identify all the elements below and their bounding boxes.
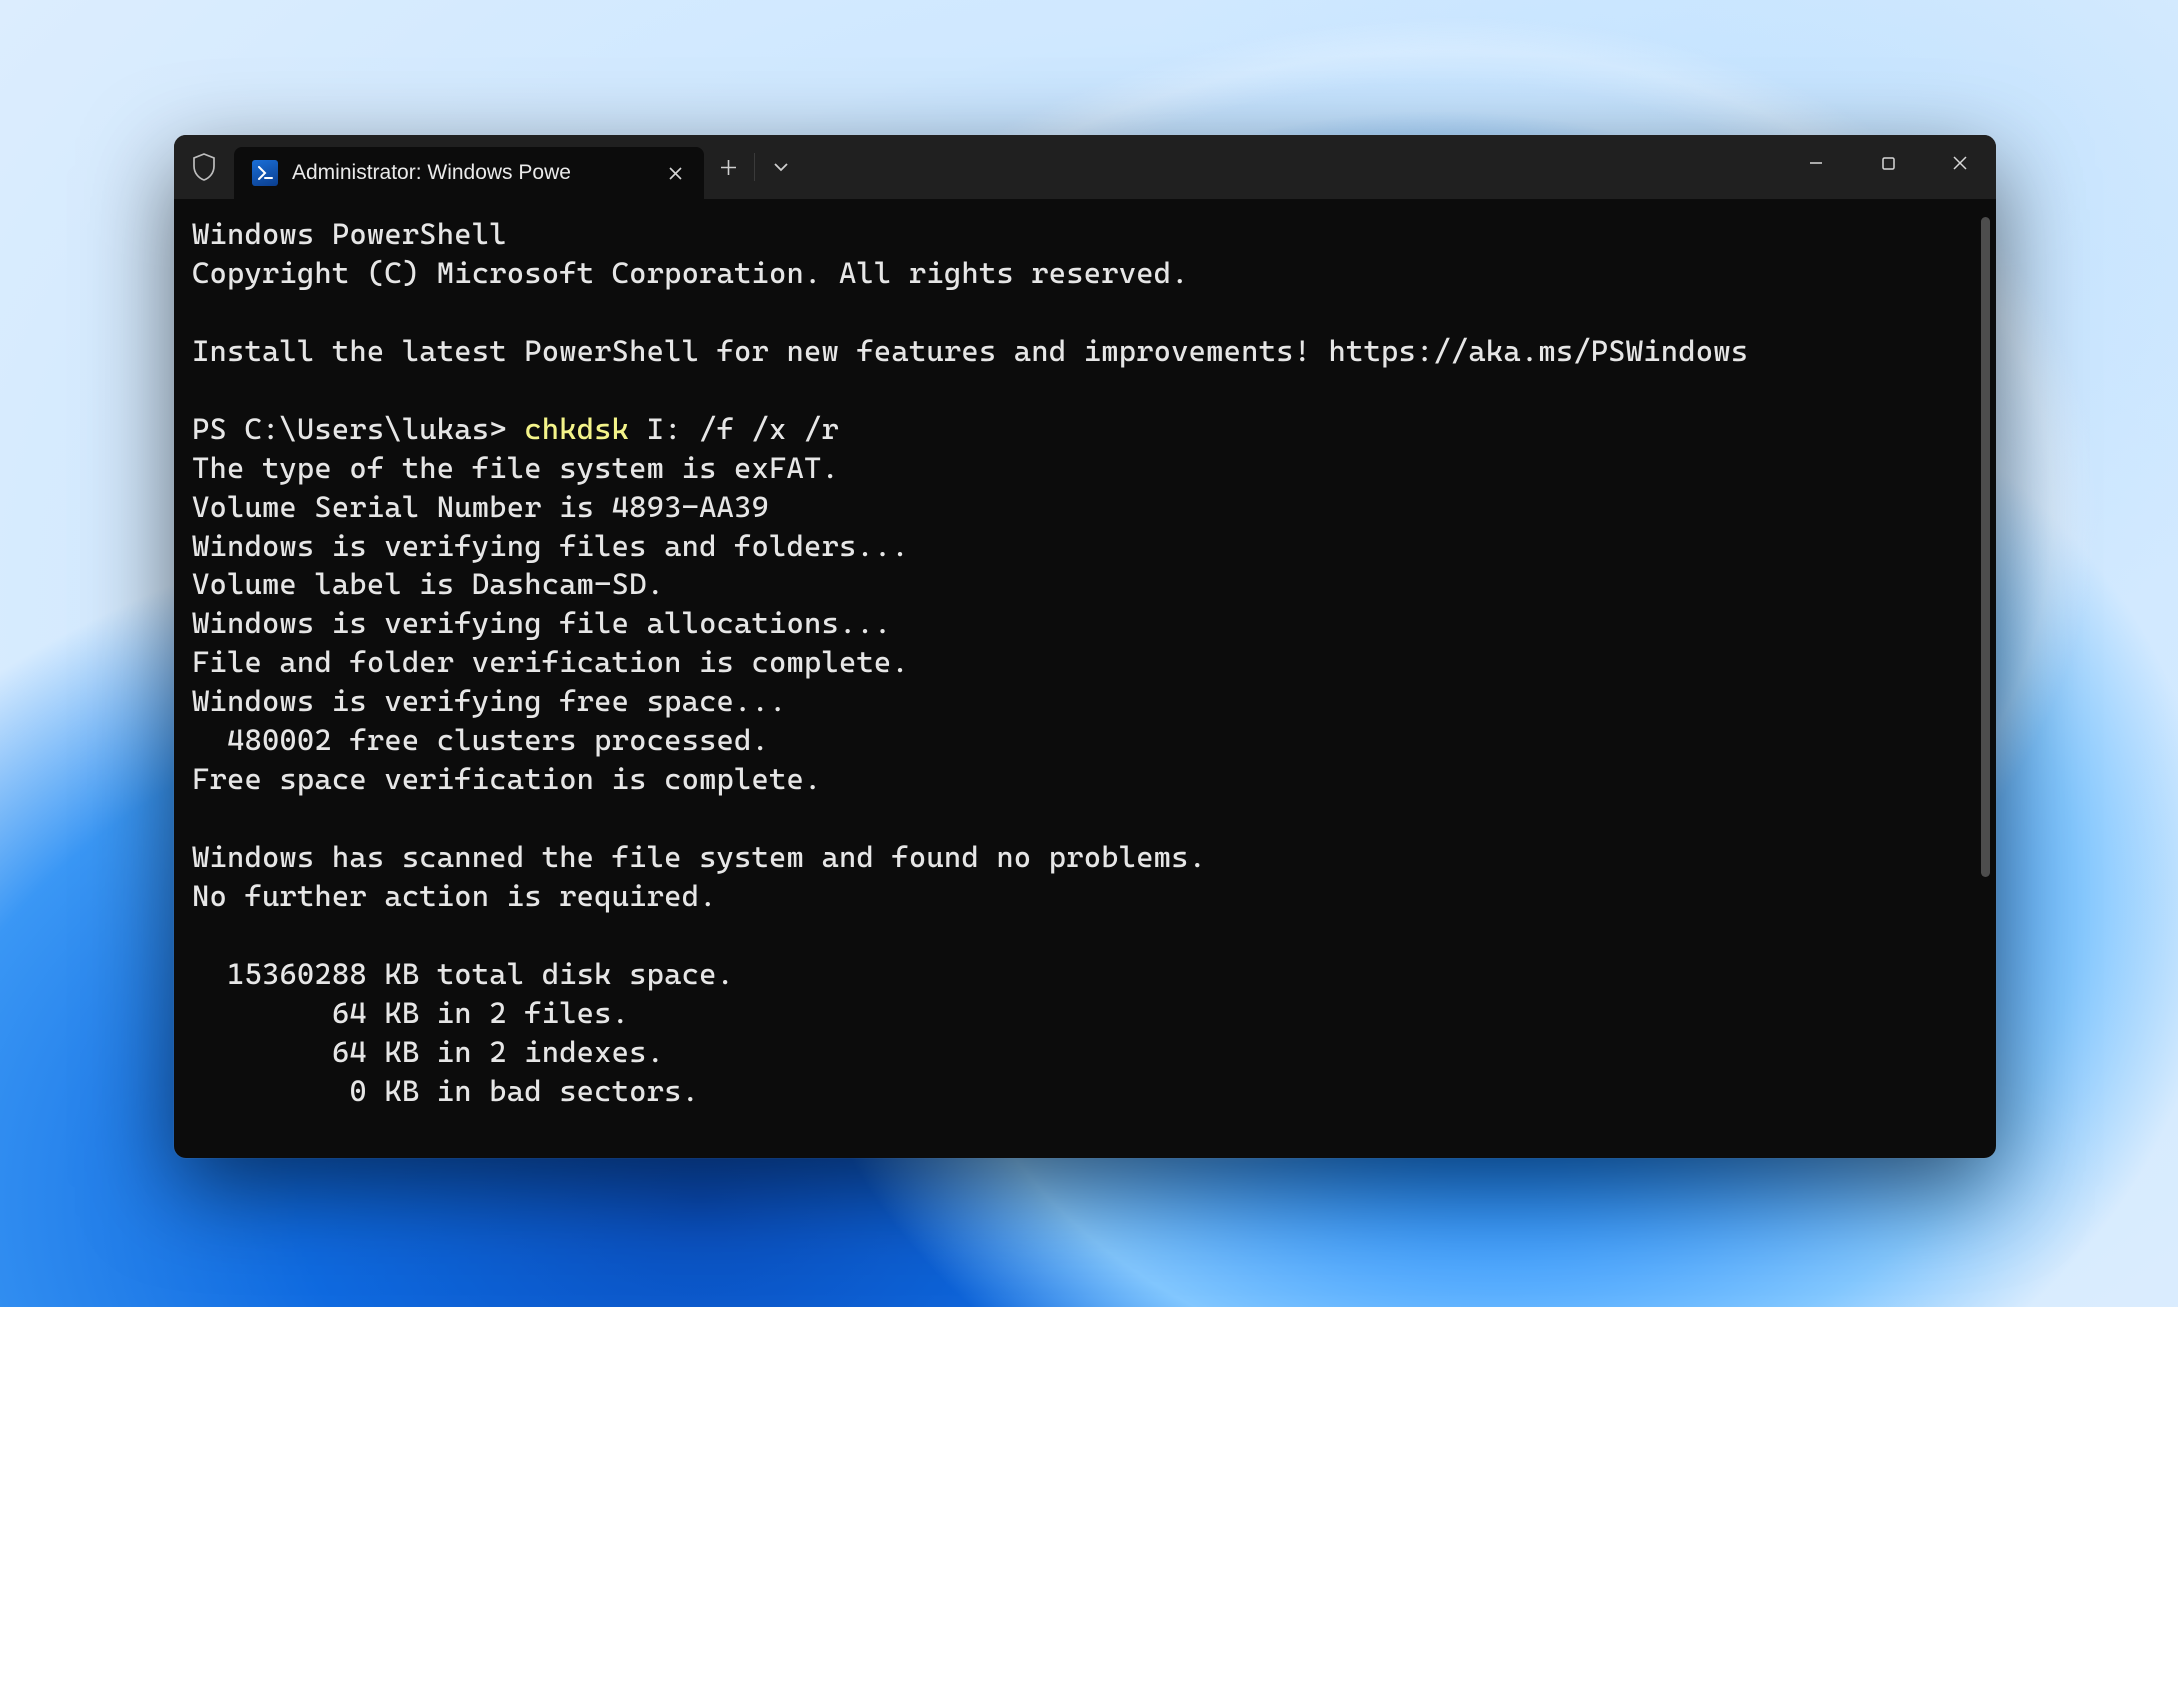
maximize-button[interactable] xyxy=(1852,135,1924,191)
window-controls xyxy=(1780,135,1996,191)
new-tab-button[interactable] xyxy=(704,135,752,199)
admin-shield-icon xyxy=(174,135,234,199)
powershell-icon xyxy=(252,160,278,186)
tab-title: Administrator: Windows Powe xyxy=(292,161,571,185)
tab-dropdown-button[interactable] xyxy=(757,135,805,199)
terminal-body[interactable]: Windows PowerShell Copyright (C) Microso… xyxy=(174,199,1996,1158)
tab-powershell[interactable]: Administrator: Windows Powe xyxy=(234,147,704,199)
titlebar[interactable]: Administrator: Windows Powe xyxy=(174,135,1996,199)
terminal-output: Windows PowerShell Copyright (C) Microso… xyxy=(192,215,1978,1111)
minimize-button[interactable] xyxy=(1780,135,1852,191)
terminal-window: Administrator: Windows Powe xyxy=(174,135,1996,1158)
close-window-button[interactable] xyxy=(1924,135,1996,191)
scrollbar[interactable] xyxy=(1981,217,1990,877)
divider xyxy=(754,153,755,181)
tab-close-button[interactable] xyxy=(660,158,690,188)
